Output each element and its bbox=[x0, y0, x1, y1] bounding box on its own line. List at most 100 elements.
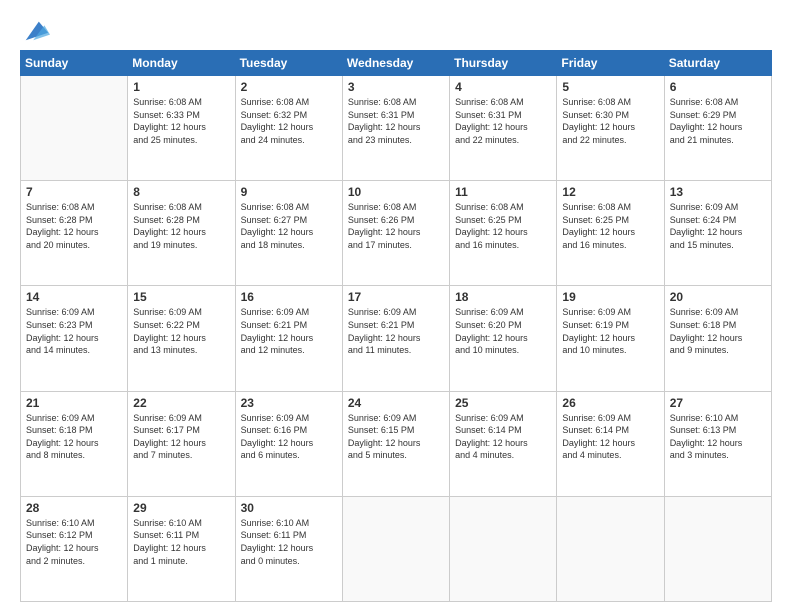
calendar-cell bbox=[664, 496, 771, 601]
day-info: Sunrise: 6:09 AM Sunset: 6:14 PM Dayligh… bbox=[562, 412, 658, 462]
week-row-1: 1 Sunrise: 6:08 AM Sunset: 6:33 PM Daylig… bbox=[21, 76, 772, 181]
day-number: 3 bbox=[348, 80, 444, 94]
day-info: Sunrise: 6:08 AM Sunset: 6:30 PM Dayligh… bbox=[562, 96, 658, 146]
day-info: Sunrise: 6:10 AM Sunset: 6:13 PM Dayligh… bbox=[670, 412, 766, 462]
calendar-table: SundayMondayTuesdayWednesdayThursdayFrid… bbox=[20, 50, 772, 602]
calendar-cell: 2 Sunrise: 6:08 AM Sunset: 6:32 PM Daylig… bbox=[235, 76, 342, 181]
week-row-2: 7 Sunrise: 6:08 AM Sunset: 6:28 PM Daylig… bbox=[21, 181, 772, 286]
day-number: 21 bbox=[26, 396, 122, 410]
day-number: 6 bbox=[670, 80, 766, 94]
day-number: 17 bbox=[348, 290, 444, 304]
day-info: Sunrise: 6:09 AM Sunset: 6:23 PM Dayligh… bbox=[26, 306, 122, 356]
day-header-tuesday: Tuesday bbox=[235, 51, 342, 76]
calendar-cell bbox=[557, 496, 664, 601]
day-number: 13 bbox=[670, 185, 766, 199]
calendar-cell: 23 Sunrise: 6:09 AM Sunset: 6:16 PM Dayli… bbox=[235, 391, 342, 496]
day-info: Sunrise: 6:10 AM Sunset: 6:12 PM Dayligh… bbox=[26, 517, 122, 567]
calendar-cell: 14 Sunrise: 6:09 AM Sunset: 6:23 PM Dayli… bbox=[21, 286, 128, 391]
day-info: Sunrise: 6:08 AM Sunset: 6:31 PM Dayligh… bbox=[348, 96, 444, 146]
day-header-friday: Friday bbox=[557, 51, 664, 76]
calendar-cell: 29 Sunrise: 6:10 AM Sunset: 6:11 PM Dayli… bbox=[128, 496, 235, 601]
day-info: Sunrise: 6:08 AM Sunset: 6:25 PM Dayligh… bbox=[455, 201, 551, 251]
calendar-cell: 19 Sunrise: 6:09 AM Sunset: 6:19 PM Dayli… bbox=[557, 286, 664, 391]
calendar-cell: 4 Sunrise: 6:08 AM Sunset: 6:31 PM Daylig… bbox=[450, 76, 557, 181]
calendar-cell: 5 Sunrise: 6:08 AM Sunset: 6:30 PM Daylig… bbox=[557, 76, 664, 181]
calendar-cell: 28 Sunrise: 6:10 AM Sunset: 6:12 PM Dayli… bbox=[21, 496, 128, 601]
day-number: 4 bbox=[455, 80, 551, 94]
page: SundayMondayTuesdayWednesdayThursdayFrid… bbox=[0, 0, 792, 612]
day-info: Sunrise: 6:09 AM Sunset: 6:14 PM Dayligh… bbox=[455, 412, 551, 462]
logo-icon bbox=[22, 16, 50, 44]
day-info: Sunrise: 6:09 AM Sunset: 6:18 PM Dayligh… bbox=[670, 306, 766, 356]
day-info: Sunrise: 6:08 AM Sunset: 6:28 PM Dayligh… bbox=[26, 201, 122, 251]
day-info: Sunrise: 6:09 AM Sunset: 6:22 PM Dayligh… bbox=[133, 306, 229, 356]
day-number: 29 bbox=[133, 501, 229, 515]
day-info: Sunrise: 6:09 AM Sunset: 6:21 PM Dayligh… bbox=[241, 306, 337, 356]
day-number: 24 bbox=[348, 396, 444, 410]
calendar-cell: 20 Sunrise: 6:09 AM Sunset: 6:18 PM Dayli… bbox=[664, 286, 771, 391]
calendar-cell: 18 Sunrise: 6:09 AM Sunset: 6:20 PM Dayli… bbox=[450, 286, 557, 391]
day-info: Sunrise: 6:09 AM Sunset: 6:15 PM Dayligh… bbox=[348, 412, 444, 462]
day-number: 8 bbox=[133, 185, 229, 199]
day-number: 18 bbox=[455, 290, 551, 304]
day-number: 19 bbox=[562, 290, 658, 304]
day-info: Sunrise: 6:10 AM Sunset: 6:11 PM Dayligh… bbox=[133, 517, 229, 567]
week-row-4: 21Sunrise: 6:09 AM Sunset: 6:18 PM Dayli… bbox=[21, 391, 772, 496]
day-number: 15 bbox=[133, 290, 229, 304]
calendar-cell: 9Sunrise: 6:08 AM Sunset: 6:27 PM Daylig… bbox=[235, 181, 342, 286]
day-info: Sunrise: 6:10 AM Sunset: 6:11 PM Dayligh… bbox=[241, 517, 337, 567]
day-info: Sunrise: 6:08 AM Sunset: 6:28 PM Dayligh… bbox=[133, 201, 229, 251]
day-number: 5 bbox=[562, 80, 658, 94]
day-info: Sunrise: 6:08 AM Sunset: 6:29 PM Dayligh… bbox=[670, 96, 766, 146]
day-info: Sunrise: 6:08 AM Sunset: 6:32 PM Dayligh… bbox=[241, 96, 337, 146]
calendar-cell: 17 Sunrise: 6:09 AM Sunset: 6:21 PM Dayli… bbox=[342, 286, 449, 391]
calendar-cell: 26Sunrise: 6:09 AM Sunset: 6:14 PM Dayli… bbox=[557, 391, 664, 496]
day-info: Sunrise: 6:08 AM Sunset: 6:31 PM Dayligh… bbox=[455, 96, 551, 146]
week-row-3: 14 Sunrise: 6:09 AM Sunset: 6:23 PM Dayli… bbox=[21, 286, 772, 391]
calendar-cell bbox=[450, 496, 557, 601]
calendar-cell: 11 Sunrise: 6:08 AM Sunset: 6:25 PM Dayli… bbox=[450, 181, 557, 286]
calendar-cell: 30Sunrise: 6:10 AM Sunset: 6:11 PM Dayli… bbox=[235, 496, 342, 601]
day-number: 1 bbox=[133, 80, 229, 94]
day-number: 2 bbox=[241, 80, 337, 94]
day-info: Sunrise: 6:08 AM Sunset: 6:26 PM Dayligh… bbox=[348, 201, 444, 251]
day-info: Sunrise: 6:09 AM Sunset: 6:16 PM Dayligh… bbox=[241, 412, 337, 462]
calendar-cell: 22 Sunrise: 6:09 AM Sunset: 6:17 PM Dayli… bbox=[128, 391, 235, 496]
day-number: 20 bbox=[670, 290, 766, 304]
day-number: 16 bbox=[241, 290, 337, 304]
calendar-cell: 15 Sunrise: 6:09 AM Sunset: 6:22 PM Dayli… bbox=[128, 286, 235, 391]
calendar-cell: 24 Sunrise: 6:09 AM Sunset: 6:15 PM Dayli… bbox=[342, 391, 449, 496]
header-row: SundayMondayTuesdayWednesdayThursdayFrid… bbox=[21, 51, 772, 76]
day-number: 28 bbox=[26, 501, 122, 515]
day-info: Sunrise: 6:09 AM Sunset: 6:17 PM Dayligh… bbox=[133, 412, 229, 462]
day-number: 9 bbox=[241, 185, 337, 199]
day-info: Sunrise: 6:09 AM Sunset: 6:24 PM Dayligh… bbox=[670, 201, 766, 251]
calendar-cell: 6 Sunrise: 6:08 AM Sunset: 6:29 PM Daylig… bbox=[664, 76, 771, 181]
day-number: 27 bbox=[670, 396, 766, 410]
calendar-cell: 13 Sunrise: 6:09 AM Sunset: 6:24 PM Dayli… bbox=[664, 181, 771, 286]
day-info: Sunrise: 6:08 AM Sunset: 6:25 PM Dayligh… bbox=[562, 201, 658, 251]
day-number: 23 bbox=[241, 396, 337, 410]
day-info: Sunrise: 6:08 AM Sunset: 6:33 PM Dayligh… bbox=[133, 96, 229, 146]
day-number: 25 bbox=[455, 396, 551, 410]
calendar-cell: 7 Sunrise: 6:08 AM Sunset: 6:28 PM Daylig… bbox=[21, 181, 128, 286]
calendar-cell: 21Sunrise: 6:09 AM Sunset: 6:18 PM Dayli… bbox=[21, 391, 128, 496]
calendar-cell: 25 Sunrise: 6:09 AM Sunset: 6:14 PM Dayli… bbox=[450, 391, 557, 496]
calendar-cell: 27 Sunrise: 6:10 AM Sunset: 6:13 PM Dayli… bbox=[664, 391, 771, 496]
day-number: 11 bbox=[455, 185, 551, 199]
calendar-cell: 8 Sunrise: 6:08 AM Sunset: 6:28 PM Daylig… bbox=[128, 181, 235, 286]
calendar-cell: 1 Sunrise: 6:08 AM Sunset: 6:33 PM Daylig… bbox=[128, 76, 235, 181]
calendar-cell: 16 Sunrise: 6:09 AM Sunset: 6:21 PM Dayli… bbox=[235, 286, 342, 391]
day-info: Sunrise: 6:09 AM Sunset: 6:21 PM Dayligh… bbox=[348, 306, 444, 356]
day-info: Sunrise: 6:09 AM Sunset: 6:19 PM Dayligh… bbox=[562, 306, 658, 356]
day-header-thursday: Thursday bbox=[450, 51, 557, 76]
day-number: 12 bbox=[562, 185, 658, 199]
calendar-cell bbox=[21, 76, 128, 181]
day-number: 10 bbox=[348, 185, 444, 199]
day-header-monday: Monday bbox=[128, 51, 235, 76]
day-header-wednesday: Wednesday bbox=[342, 51, 449, 76]
day-number: 7 bbox=[26, 185, 122, 199]
day-number: 14 bbox=[26, 290, 122, 304]
day-number: 22 bbox=[133, 396, 229, 410]
day-info: Sunrise: 6:09 AM Sunset: 6:20 PM Dayligh… bbox=[455, 306, 551, 356]
